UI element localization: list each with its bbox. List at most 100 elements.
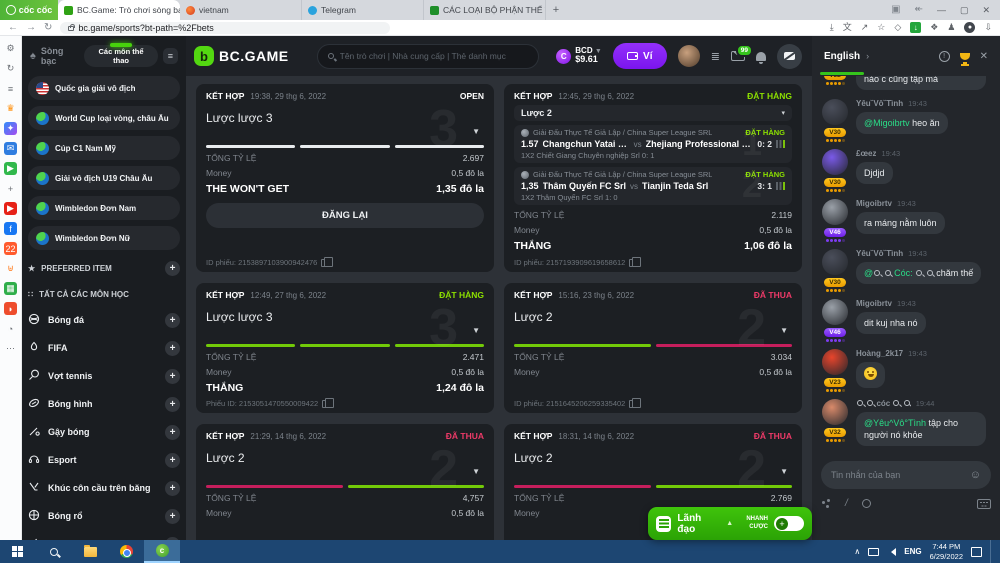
adblock-shield-icon[interactable]: ◇ xyxy=(894,23,901,32)
bet-list-icon[interactable]: ≣ xyxy=(711,50,720,63)
quick-bet-toggle[interactable] xyxy=(774,516,804,531)
chat-username[interactable]: £œez xyxy=(856,149,876,158)
sport-item[interactable]: Bóng rổ+ xyxy=(28,502,180,530)
add-sport-button[interactable]: + xyxy=(165,481,180,496)
site-lock-icon[interactable] xyxy=(68,26,74,31)
chat-toggle-button[interactable] xyxy=(777,44,802,69)
add-sport-button[interactable]: + xyxy=(165,509,180,524)
chat-bubble[interactable]: dit kuj nha nó xyxy=(856,312,926,334)
games-icon[interactable]: ▶ xyxy=(4,162,17,175)
gif-icon[interactable] xyxy=(862,499,871,508)
chat-username[interactable]: Migoibrtv xyxy=(856,299,892,308)
chat-rules-icon[interactable]: ! xyxy=(939,51,950,62)
more-icon[interactable]: ⋯ xyxy=(4,342,17,355)
add-sport-button[interactable]: + xyxy=(165,453,180,468)
file-explorer-icon[interactable] xyxy=(72,540,108,563)
extension-icon[interactable]: ❖ xyxy=(930,23,938,32)
address-bar[interactable]: bc.game/sports?bt-path=%2Fbets xyxy=(60,22,390,34)
chrome-icon[interactable] xyxy=(108,540,144,563)
settings-icon[interactable]: ⚙ xyxy=(4,42,17,55)
crown-icon[interactable]: ♛ xyxy=(4,102,17,115)
currency-selector[interactable]: C BCD ▼ $9.61 xyxy=(556,47,602,66)
sports-tab[interactable]: Các môn thể thao xyxy=(84,45,158,67)
flow-arrow-icon[interactable]: ↞ xyxy=(915,5,923,15)
keyboard-icon[interactable] xyxy=(977,499,991,509)
bcgame-logo[interactable]: b BC.GAME xyxy=(194,46,289,66)
trophy-icon[interactable] xyxy=(960,53,970,60)
bookmark-star-icon[interactable]: ☆ xyxy=(877,23,885,32)
expand-caret-icon[interactable]: ▼ xyxy=(472,326,480,335)
chat-blue-icon[interactable]: ✉ xyxy=(4,142,17,155)
add-sport-button[interactable]: + xyxy=(165,397,180,412)
chat-input[interactable]: Tin nhắn của bạn ☺ xyxy=(821,461,991,489)
expand-caret-icon[interactable]: ▼ xyxy=(472,127,480,136)
bet-leg[interactable]: Giải Đấu Thực Tế Giả Lập / China Super L… xyxy=(514,125,792,163)
command-icon[interactable]: / xyxy=(845,498,848,509)
chat-username[interactable]: cóc xyxy=(856,399,911,408)
finance-icon[interactable]: ▦ xyxy=(4,282,17,295)
sport-item[interactable]: eCricket+ xyxy=(28,530,180,540)
minimize-button[interactable]: — xyxy=(937,5,946,15)
sport-item[interactable]: Bóng đá+ xyxy=(28,306,180,334)
browser-tab[interactable]: Telegram xyxy=(302,0,424,20)
back-button[interactable]: ← xyxy=(8,23,18,33)
browser-tab[interactable]: CÁC LOẠI BỘ PHẬN THỂ TH✕ xyxy=(424,0,546,20)
add-sport-button[interactable]: + xyxy=(165,369,180,384)
sidebar-championship-item[interactable]: World Cup loại vòng, châu Âu xyxy=(28,106,180,130)
mention[interactable]: @Migoibrtv xyxy=(864,118,910,128)
expand-caret-icon[interactable]: ▾ xyxy=(781,109,785,117)
chat-username[interactable]: Migoibrtv xyxy=(856,199,892,208)
chat-avatar[interactable] xyxy=(822,299,848,325)
sidebar-championship-item[interactable]: Giải vô địch U19 Châu Âu xyxy=(28,166,180,190)
translate-icon[interactable]: 文 xyxy=(843,23,852,32)
sport-item[interactable]: Vợt tennis+ xyxy=(28,362,180,390)
rain-icon[interactable] xyxy=(821,499,831,509)
chat-bubble[interactable]: @Migoibrtv heo ăn xyxy=(856,112,948,134)
chat-avatar[interactable] xyxy=(822,199,848,225)
add-icon[interactable]: + xyxy=(4,182,17,195)
inbox-button[interactable]: 99 xyxy=(731,51,745,61)
chat-bubble[interactable]: @Yêu^Vô°Tình có em ngày nào c cũng tập m… xyxy=(856,76,986,90)
add-preferred-button[interactable]: + xyxy=(165,261,180,276)
coccoc-taskbar-icon[interactable]: c xyxy=(144,540,180,563)
clock[interactable]: 7:44 PM 6/29/2022 xyxy=(930,542,963,562)
rebet-button[interactable]: ĐĂNG LẠI xyxy=(206,203,484,228)
chevron-right-icon[interactable]: › xyxy=(866,51,869,61)
search-input[interactable]: Tên trò chơi | Nhà cung cấp | Thẻ danh m… xyxy=(317,44,539,69)
sport-item[interactable]: Khúc côn cầu trên băng+ xyxy=(28,474,180,502)
mention[interactable]: @Yêu^Vô°Tình xyxy=(864,418,926,428)
downloads-tray-icon[interactable]: ⇩ xyxy=(984,23,992,32)
chat-avatar[interactable] xyxy=(822,149,848,175)
tray-expand[interactable]: ∧ xyxy=(854,547,860,556)
notifications-bell-icon[interactable] xyxy=(756,52,766,61)
stats-icon[interactable] xyxy=(776,140,785,148)
chat-bubble[interactable] xyxy=(856,362,885,388)
start-button[interactable] xyxy=(0,540,36,563)
expand-caret-icon[interactable]: ▼ xyxy=(780,467,788,476)
language-indicator[interactable]: ENG xyxy=(904,547,921,556)
browser-tab[interactable]: BC.Game: Trò chơi sòng bạc✕ xyxy=(58,0,180,20)
notification-center-icon[interactable] xyxy=(971,547,982,557)
copy-icon[interactable] xyxy=(322,400,329,408)
add-sport-button[interactable]: + xyxy=(165,425,180,440)
save-page-icon[interactable]: ⤓ xyxy=(830,23,834,32)
tray-network-icon[interactable] xyxy=(868,548,879,556)
share-icon[interactable]: ↗ xyxy=(861,23,869,32)
tray-volume-icon[interactable] xyxy=(887,548,896,556)
youtube-icon[interactable]: ▶ xyxy=(4,202,17,215)
idm-download-icon[interactable]: ↓ xyxy=(910,22,921,33)
taskbar-search[interactable] xyxy=(36,540,72,563)
coccoc-profile-icon[interactable]: ♟ xyxy=(947,23,955,32)
chat-avatar[interactable] xyxy=(822,349,848,375)
show-desktop-button[interactable] xyxy=(990,540,994,563)
sidebar-championship-item[interactable]: Quốc gia giải vô địch xyxy=(28,76,180,100)
add-sport-button[interactable]: + xyxy=(165,313,180,328)
emoji-icon[interactable]: ☺ xyxy=(970,469,981,481)
chat-avatar[interactable] xyxy=(822,99,848,125)
chat-language-tab[interactable]: English xyxy=(824,51,860,62)
expand-caret-icon[interactable]: ▼ xyxy=(780,326,788,335)
chat-bubble[interactable]: Djdjd xyxy=(856,162,893,184)
casino-tab[interactable]: Sòng bạc xyxy=(41,46,79,66)
preferred-item-row[interactable]: ★ PREFERRED ITEM + xyxy=(28,256,180,280)
shop-icon[interactable]: ◗ xyxy=(4,302,17,315)
